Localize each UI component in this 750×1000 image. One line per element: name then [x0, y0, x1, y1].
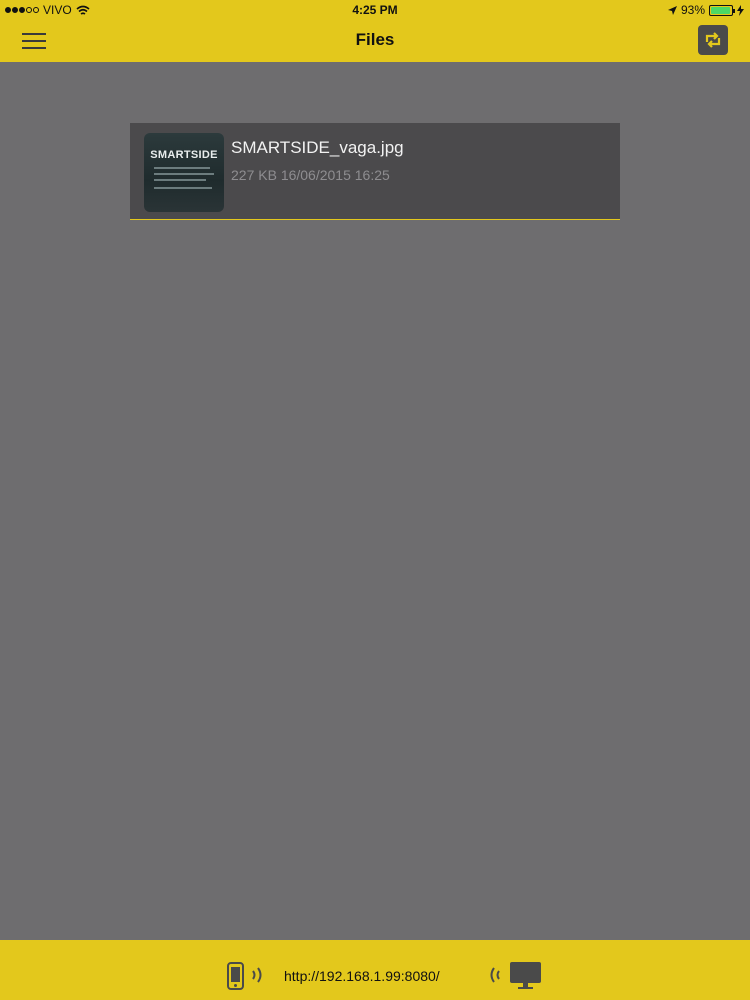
server-url[interactable]: http://192.168.1.99:8080/	[284, 968, 440, 984]
status-time: 4:25 PM	[352, 3, 398, 17]
charging-bolt-icon	[737, 4, 744, 16]
signal-wave-right-icon	[252, 967, 262, 983]
file-thumbnail: SMARTSIDE	[144, 133, 224, 212]
refresh-icon	[705, 32, 721, 48]
status-bar: VIVO 4:25 PM 93%	[0, 0, 750, 20]
status-right: 93%	[667, 0, 744, 20]
refresh-button[interactable]	[698, 25, 728, 55]
phone-icon	[227, 962, 244, 990]
battery-percent: 93%	[680, 3, 705, 17]
file-meta: 227 KB 16/06/2015 16:25	[231, 167, 390, 183]
monitor-icon	[510, 962, 541, 989]
location-arrow-icon	[667, 5, 677, 15]
battery-icon	[709, 4, 735, 16]
thumbnail-logo-text: SMARTSIDE	[150, 149, 218, 161]
top-bar: VIVO 4:25 PM 93% Files	[0, 0, 750, 62]
file-name: SMARTSIDE_vaga.jpg	[231, 138, 404, 157]
page-title: Files	[355, 30, 395, 49]
bottom-bar: http://192.168.1.99:8080/	[0, 940, 750, 1000]
battery-fill	[711, 6, 730, 14]
signal-wave-left-icon	[490, 967, 500, 983]
file-list-item[interactable]: SMARTSIDE SMARTSIDE_vaga.jpg 227 KB 16/0…	[130, 123, 620, 220]
